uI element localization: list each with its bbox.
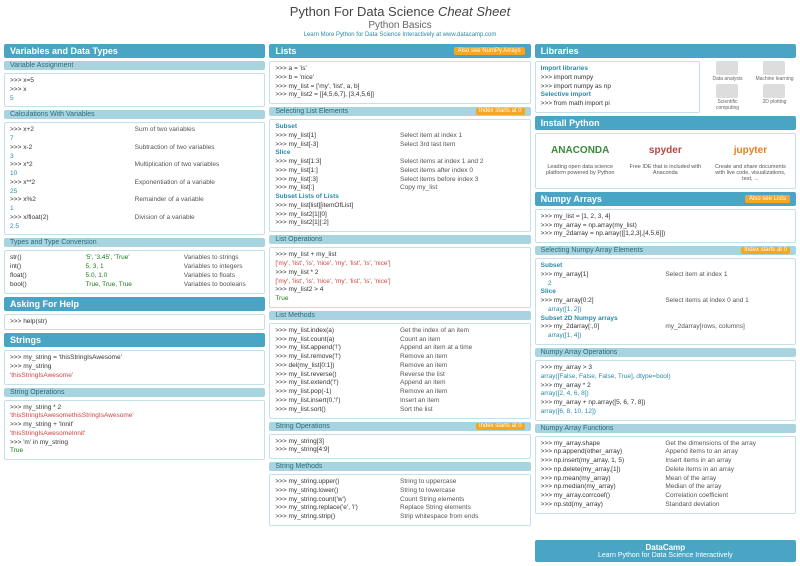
section-vars: Variables and Data Types xyxy=(4,44,265,58)
col-3: Libraries Import libraries>>> import num… xyxy=(535,44,796,562)
header: Python For Data Science Cheat Sheet Pyth… xyxy=(0,0,800,40)
col-2: ListsAlso see NumPy Arrays >>> a = 'is'>… xyxy=(269,44,530,562)
col-1: Variables and Data Types Variable Assign… xyxy=(4,44,265,562)
footer: DataCampLearn Python for Data Science In… xyxy=(535,540,796,562)
